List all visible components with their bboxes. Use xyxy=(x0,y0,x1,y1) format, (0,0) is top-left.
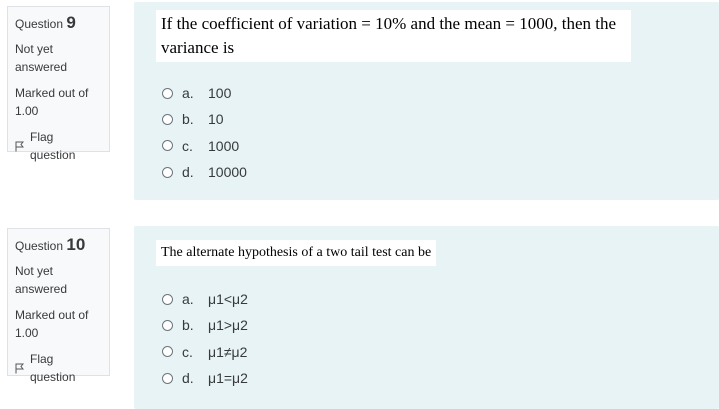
question-content: The alternate hypothesis of a two tail t… xyxy=(134,226,719,409)
question-text: The alternate hypothesis of a two tail t… xyxy=(156,240,437,266)
option-letter: a. xyxy=(182,291,194,308)
option-value: 10 xyxy=(208,111,224,128)
radio-button[interactable] xyxy=(162,140,173,152)
option-letter: d. xyxy=(182,164,194,181)
answer-option-d[interactable]: d. μ1=μ2 xyxy=(162,365,248,391)
flag-question-label: Flag question xyxy=(30,130,76,162)
option-value: 1000 xyxy=(208,137,240,154)
answer-option-c[interactable]: c. μ1≠μ2 xyxy=(162,339,248,365)
radio-button[interactable] xyxy=(162,319,173,331)
question-grade: Marked out of 1.00 xyxy=(15,308,89,340)
answer-option-d[interactable]: d. 10000 xyxy=(162,159,247,185)
question-number-value: 10 xyxy=(66,235,86,254)
answer-options: a. 100 b. 10 c. 1000 d. 10000 xyxy=(162,80,247,185)
radio-button[interactable] xyxy=(162,346,173,358)
question-grade: Marked out of 1.00 xyxy=(15,86,89,118)
option-letter: a. xyxy=(182,85,194,102)
question-content: If the coefficient of variation = 10% an… xyxy=(134,2,719,200)
radio-button[interactable] xyxy=(162,372,173,384)
option-value: μ1=μ2 xyxy=(208,370,248,387)
question-label: Question xyxy=(15,239,64,253)
question-text: If the coefficient of variation = 10% an… xyxy=(156,10,631,62)
answer-option-a[interactable]: a. μ1<μ2 xyxy=(162,286,248,312)
radio-button[interactable] xyxy=(162,113,173,125)
question-number: Question 10 xyxy=(15,235,102,256)
question-state: Not yet answered xyxy=(15,42,68,74)
question-state: Not yet answered xyxy=(15,264,68,296)
flag-question-label: Flag question xyxy=(30,352,76,384)
question-label: Question xyxy=(15,17,64,31)
option-letter: b. xyxy=(182,317,194,334)
radio-button[interactable] xyxy=(162,166,173,178)
option-letter: b. xyxy=(182,111,194,128)
flag-question-link[interactable]: Flag question xyxy=(15,128,102,164)
answer-option-b[interactable]: b. 10 xyxy=(162,106,247,132)
answer-option-a[interactable]: a. 100 xyxy=(162,80,247,106)
option-value: μ1>μ2 xyxy=(208,317,248,334)
question-info-panel: Question 9 Not yet answered Marked out o… xyxy=(7,6,110,162)
option-value: μ1<μ2 xyxy=(208,291,248,308)
answer-option-c[interactable]: c. 1000 xyxy=(162,133,247,159)
option-value: μ1≠μ2 xyxy=(208,343,248,360)
question-number: Question 9 xyxy=(15,13,102,34)
flag-icon xyxy=(15,363,24,373)
radio-button[interactable] xyxy=(162,293,173,305)
option-letter: c. xyxy=(182,343,193,360)
question-info-panel: Question 10 Not yet answered Marked out … xyxy=(7,228,110,384)
answer-option-b[interactable]: b. μ1>μ2 xyxy=(162,312,248,338)
question-number-value: 9 xyxy=(66,13,76,32)
option-letter: d. xyxy=(182,370,194,387)
option-letter: c. xyxy=(182,137,193,154)
option-value: 10000 xyxy=(208,164,247,181)
flag-icon xyxy=(15,141,24,151)
flag-question-link[interactable]: Flag question xyxy=(15,350,102,386)
answer-options: a. μ1<μ2 b. μ1>μ2 c. μ1≠μ2 d. μ1=μ2 xyxy=(162,286,248,391)
radio-button[interactable] xyxy=(162,87,173,99)
option-value: 100 xyxy=(208,85,232,102)
